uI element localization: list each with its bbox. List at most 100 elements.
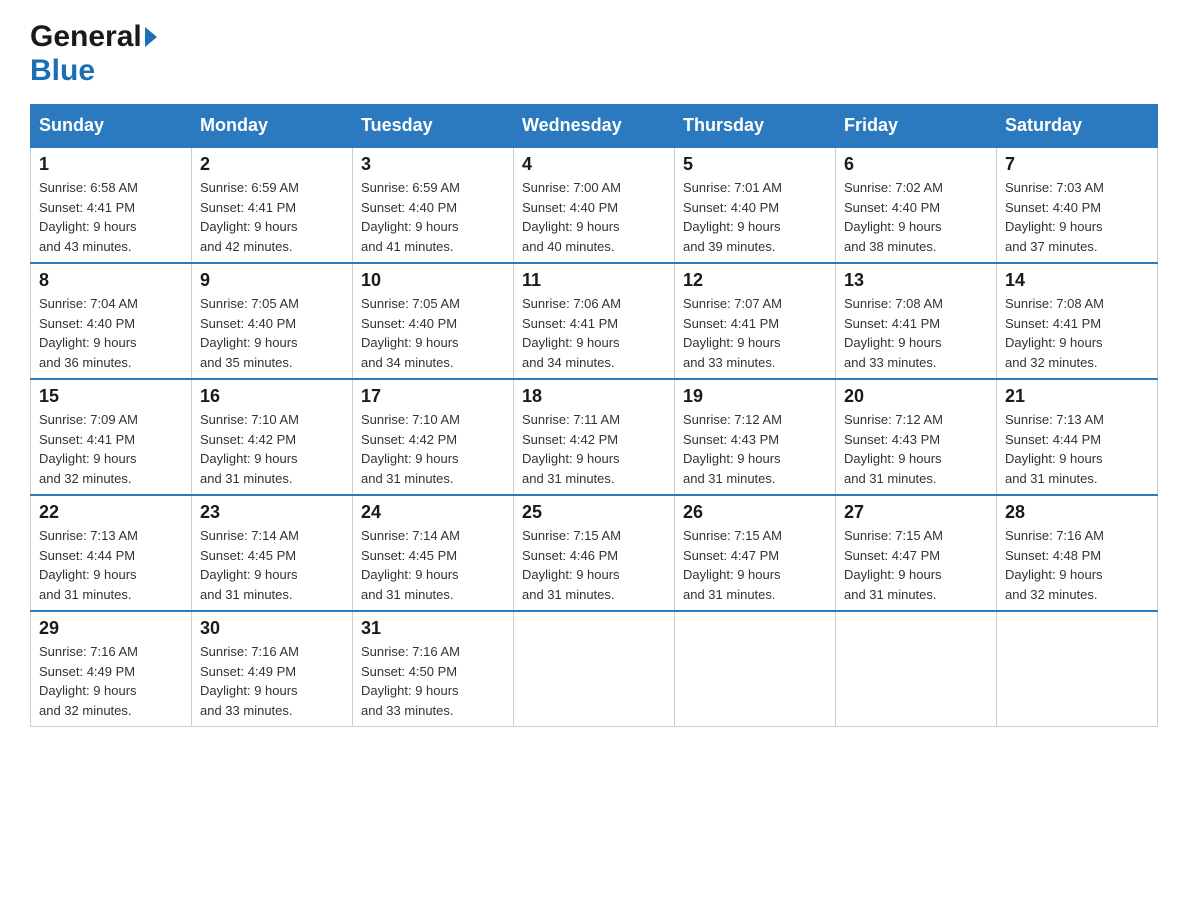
calendar-day-cell: 3 Sunrise: 6:59 AM Sunset: 4:40 PM Dayli… xyxy=(353,147,514,263)
day-info: Sunrise: 7:11 AM Sunset: 4:42 PM Dayligh… xyxy=(522,410,666,488)
day-info: Sunrise: 7:15 AM Sunset: 4:46 PM Dayligh… xyxy=(522,526,666,604)
calendar-day-cell: 12 Sunrise: 7:07 AM Sunset: 4:41 PM Dayl… xyxy=(675,263,836,379)
calendar-day-cell: 25 Sunrise: 7:15 AM Sunset: 4:46 PM Dayl… xyxy=(514,495,675,611)
day-info: Sunrise: 7:12 AM Sunset: 4:43 PM Dayligh… xyxy=(683,410,827,488)
calendar-day-cell: 11 Sunrise: 7:06 AM Sunset: 4:41 PM Dayl… xyxy=(514,263,675,379)
day-info: Sunrise: 7:08 AM Sunset: 4:41 PM Dayligh… xyxy=(844,294,988,372)
calendar-day-cell: 2 Sunrise: 6:59 AM Sunset: 4:41 PM Dayli… xyxy=(192,147,353,263)
day-number: 4 xyxy=(522,154,666,175)
calendar-day-cell: 14 Sunrise: 7:08 AM Sunset: 4:41 PM Dayl… xyxy=(997,263,1158,379)
day-info: Sunrise: 7:10 AM Sunset: 4:42 PM Dayligh… xyxy=(361,410,505,488)
calendar-day-cell: 6 Sunrise: 7:02 AM Sunset: 4:40 PM Dayli… xyxy=(836,147,997,263)
calendar-day-cell: 8 Sunrise: 7:04 AM Sunset: 4:40 PM Dayli… xyxy=(31,263,192,379)
day-info: Sunrise: 7:08 AM Sunset: 4:41 PM Dayligh… xyxy=(1005,294,1149,372)
calendar-day-cell: 18 Sunrise: 7:11 AM Sunset: 4:42 PM Dayl… xyxy=(514,379,675,495)
day-info: Sunrise: 7:15 AM Sunset: 4:47 PM Dayligh… xyxy=(683,526,827,604)
day-number: 19 xyxy=(683,386,827,407)
calendar-day-cell: 15 Sunrise: 7:09 AM Sunset: 4:41 PM Dayl… xyxy=(31,379,192,495)
calendar-table: SundayMondayTuesdayWednesdayThursdayFrid… xyxy=(30,104,1158,727)
day-info: Sunrise: 7:16 AM Sunset: 4:49 PM Dayligh… xyxy=(39,642,183,720)
day-number: 6 xyxy=(844,154,988,175)
day-number: 3 xyxy=(361,154,505,175)
day-info: Sunrise: 7:04 AM Sunset: 4:40 PM Dayligh… xyxy=(39,294,183,372)
calendar-week-row: 29 Sunrise: 7:16 AM Sunset: 4:49 PM Dayl… xyxy=(31,611,1158,727)
day-number: 8 xyxy=(39,270,183,291)
day-of-week-header: Wednesday xyxy=(514,105,675,148)
day-number: 27 xyxy=(844,502,988,523)
logo: General Blue xyxy=(30,20,157,88)
day-number: 17 xyxy=(361,386,505,407)
calendar-week-row: 1 Sunrise: 6:58 AM Sunset: 4:41 PM Dayli… xyxy=(31,147,1158,263)
day-of-week-header: Saturday xyxy=(997,105,1158,148)
day-info: Sunrise: 7:01 AM Sunset: 4:40 PM Dayligh… xyxy=(683,178,827,256)
day-number: 23 xyxy=(200,502,344,523)
calendar-day-cell: 1 Sunrise: 6:58 AM Sunset: 4:41 PM Dayli… xyxy=(31,147,192,263)
calendar-header-row: SundayMondayTuesdayWednesdayThursdayFrid… xyxy=(31,105,1158,148)
day-info: Sunrise: 7:15 AM Sunset: 4:47 PM Dayligh… xyxy=(844,526,988,604)
day-number: 31 xyxy=(361,618,505,639)
day-number: 10 xyxy=(361,270,505,291)
day-info: Sunrise: 7:14 AM Sunset: 4:45 PM Dayligh… xyxy=(361,526,505,604)
calendar-day-cell: 17 Sunrise: 7:10 AM Sunset: 4:42 PM Dayl… xyxy=(353,379,514,495)
day-number: 9 xyxy=(200,270,344,291)
day-number: 24 xyxy=(361,502,505,523)
day-info: Sunrise: 7:06 AM Sunset: 4:41 PM Dayligh… xyxy=(522,294,666,372)
day-number: 1 xyxy=(39,154,183,175)
calendar-day-cell: 7 Sunrise: 7:03 AM Sunset: 4:40 PM Dayli… xyxy=(997,147,1158,263)
day-number: 14 xyxy=(1005,270,1149,291)
calendar-day-cell: 30 Sunrise: 7:16 AM Sunset: 4:49 PM Dayl… xyxy=(192,611,353,727)
calendar-day-cell xyxy=(514,611,675,727)
day-info: Sunrise: 6:59 AM Sunset: 4:40 PM Dayligh… xyxy=(361,178,505,256)
day-info: Sunrise: 7:13 AM Sunset: 4:44 PM Dayligh… xyxy=(39,526,183,604)
day-number: 21 xyxy=(1005,386,1149,407)
day-number: 29 xyxy=(39,618,183,639)
calendar-day-cell: 23 Sunrise: 7:14 AM Sunset: 4:45 PM Dayl… xyxy=(192,495,353,611)
day-info: Sunrise: 7:07 AM Sunset: 4:41 PM Dayligh… xyxy=(683,294,827,372)
calendar-week-row: 22 Sunrise: 7:13 AM Sunset: 4:44 PM Dayl… xyxy=(31,495,1158,611)
day-number: 25 xyxy=(522,502,666,523)
calendar-day-cell: 4 Sunrise: 7:00 AM Sunset: 4:40 PM Dayli… xyxy=(514,147,675,263)
day-info: Sunrise: 7:05 AM Sunset: 4:40 PM Dayligh… xyxy=(361,294,505,372)
day-of-week-header: Friday xyxy=(836,105,997,148)
day-number: 7 xyxy=(1005,154,1149,175)
calendar-day-cell: 19 Sunrise: 7:12 AM Sunset: 4:43 PM Dayl… xyxy=(675,379,836,495)
day-number: 5 xyxy=(683,154,827,175)
calendar-day-cell: 10 Sunrise: 7:05 AM Sunset: 4:40 PM Dayl… xyxy=(353,263,514,379)
day-number: 13 xyxy=(844,270,988,291)
day-info: Sunrise: 7:05 AM Sunset: 4:40 PM Dayligh… xyxy=(200,294,344,372)
calendar-day-cell: 22 Sunrise: 7:13 AM Sunset: 4:44 PM Dayl… xyxy=(31,495,192,611)
day-number: 20 xyxy=(844,386,988,407)
calendar-day-cell: 16 Sunrise: 7:10 AM Sunset: 4:42 PM Dayl… xyxy=(192,379,353,495)
calendar-day-cell: 31 Sunrise: 7:16 AM Sunset: 4:50 PM Dayl… xyxy=(353,611,514,727)
calendar-day-cell: 13 Sunrise: 7:08 AM Sunset: 4:41 PM Dayl… xyxy=(836,263,997,379)
day-number: 11 xyxy=(522,270,666,291)
day-info: Sunrise: 7:00 AM Sunset: 4:40 PM Dayligh… xyxy=(522,178,666,256)
day-info: Sunrise: 7:12 AM Sunset: 4:43 PM Dayligh… xyxy=(844,410,988,488)
day-of-week-header: Thursday xyxy=(675,105,836,148)
day-number: 26 xyxy=(683,502,827,523)
calendar-week-row: 8 Sunrise: 7:04 AM Sunset: 4:40 PM Dayli… xyxy=(31,263,1158,379)
day-info: Sunrise: 7:16 AM Sunset: 4:50 PM Dayligh… xyxy=(361,642,505,720)
calendar-week-row: 15 Sunrise: 7:09 AM Sunset: 4:41 PM Dayl… xyxy=(31,379,1158,495)
day-of-week-header: Monday xyxy=(192,105,353,148)
logo-flag-icon xyxy=(145,27,157,47)
day-info: Sunrise: 7:10 AM Sunset: 4:42 PM Dayligh… xyxy=(200,410,344,488)
day-info: Sunrise: 6:59 AM Sunset: 4:41 PM Dayligh… xyxy=(200,178,344,256)
calendar-day-cell xyxy=(997,611,1158,727)
calendar-day-cell: 29 Sunrise: 7:16 AM Sunset: 4:49 PM Dayl… xyxy=(31,611,192,727)
day-info: Sunrise: 7:14 AM Sunset: 4:45 PM Dayligh… xyxy=(200,526,344,604)
calendar-day-cell: 9 Sunrise: 7:05 AM Sunset: 4:40 PM Dayli… xyxy=(192,263,353,379)
calendar-day-cell: 5 Sunrise: 7:01 AM Sunset: 4:40 PM Dayli… xyxy=(675,147,836,263)
day-info: Sunrise: 6:58 AM Sunset: 4:41 PM Dayligh… xyxy=(39,178,183,256)
page-header: General Blue xyxy=(30,20,1158,88)
day-of-week-header: Sunday xyxy=(31,105,192,148)
logo-general-text: General xyxy=(30,20,142,54)
day-info: Sunrise: 7:13 AM Sunset: 4:44 PM Dayligh… xyxy=(1005,410,1149,488)
logo-blue-text: Blue xyxy=(30,54,95,88)
day-number: 28 xyxy=(1005,502,1149,523)
day-number: 15 xyxy=(39,386,183,407)
calendar-day-cell: 26 Sunrise: 7:15 AM Sunset: 4:47 PM Dayl… xyxy=(675,495,836,611)
day-info: Sunrise: 7:09 AM Sunset: 4:41 PM Dayligh… xyxy=(39,410,183,488)
day-number: 18 xyxy=(522,386,666,407)
calendar-day-cell: 27 Sunrise: 7:15 AM Sunset: 4:47 PM Dayl… xyxy=(836,495,997,611)
